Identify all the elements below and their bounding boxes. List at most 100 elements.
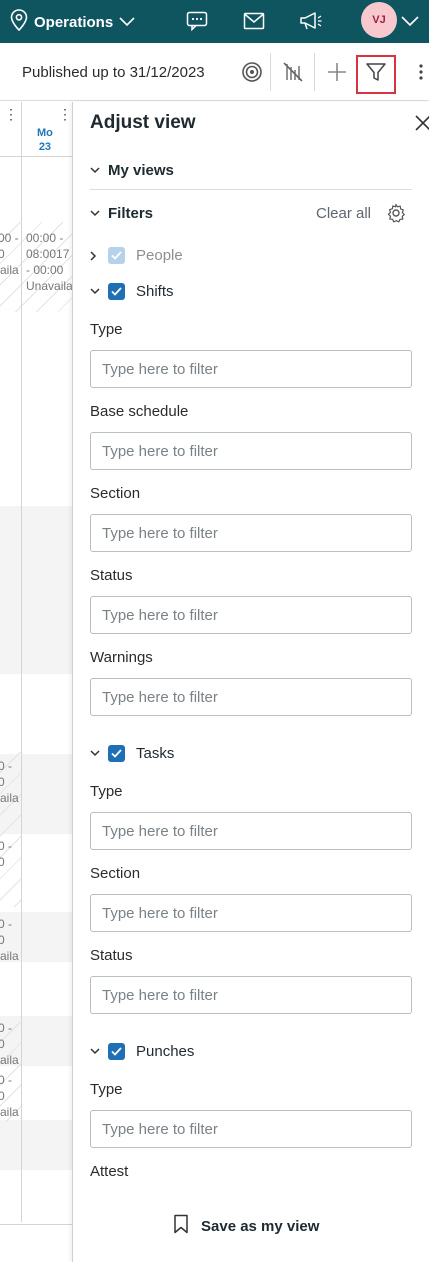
column-menu-icon[interactable]: ⋮ xyxy=(58,106,72,123)
chevron-right-icon[interactable] xyxy=(90,250,108,261)
shift-cell-text: 0 xyxy=(0,247,5,261)
grid-bottom-line xyxy=(0,1224,72,1225)
more-options-icon[interactable] xyxy=(408,59,429,85)
header-divider xyxy=(0,156,72,157)
avatar[interactable]: VJ xyxy=(361,2,397,38)
shift-cell-text: 0 xyxy=(0,775,5,789)
shift-status-label: Status xyxy=(90,567,133,584)
clear-all-link[interactable]: Clear all xyxy=(316,205,371,222)
tasks-checkbox[interactable] xyxy=(108,745,125,762)
people-checkbox[interactable] xyxy=(108,247,125,264)
save-as-my-view-button[interactable]: Save as my view xyxy=(173,1214,319,1238)
shift-cell-text: 0 - xyxy=(0,1073,13,1087)
mail-icon[interactable] xyxy=(241,8,267,34)
punches-label: Punches xyxy=(136,1043,195,1060)
adjust-view-panel: Adjust view My views Filters Clear all P… xyxy=(72,102,429,1262)
schedule-grid-background: ⋮ ⋮ u2 Mo23 00 - 0 vaila 00:00 - 08:0017… xyxy=(0,102,72,1262)
bookmark-icon xyxy=(173,1214,189,1238)
column-menu-icon[interactable]: ⋮ xyxy=(4,106,18,123)
shift-cell-text: 0 - xyxy=(0,839,13,853)
chevron-down-icon[interactable] xyxy=(90,288,108,295)
people-filter-row[interactable]: People xyxy=(90,247,183,264)
row-band xyxy=(0,1120,72,1170)
shift-cell-text: 0 xyxy=(0,933,5,947)
day-number: 2 xyxy=(0,140,1,154)
shift-cell-text: vaila xyxy=(0,949,19,963)
shift-cell-text: vaila xyxy=(0,791,19,805)
filter-button[interactable] xyxy=(356,55,396,94)
shifts-checkbox[interactable] xyxy=(108,283,125,300)
filter-icon xyxy=(365,61,387,88)
chevron-down-icon[interactable] xyxy=(397,8,423,34)
top-navigation-bar: Operations VJ xyxy=(0,0,429,43)
chat-icon[interactable] xyxy=(184,8,210,34)
task-section-filter-input[interactable] xyxy=(90,894,412,932)
megaphone-icon[interactable] xyxy=(298,8,324,34)
shift-cell-text: - 00:00 xyxy=(26,263,64,277)
day-name: u xyxy=(0,126,1,140)
day-header-sunday[interactable]: u2 xyxy=(0,126,1,154)
toolbar-divider xyxy=(314,53,315,91)
chevron-down-icon[interactable] xyxy=(90,1048,108,1055)
task-type-label: Type xyxy=(90,783,123,800)
punches-filter-row[interactable]: Punches xyxy=(90,1043,194,1060)
day-name: Mo xyxy=(37,127,53,139)
published-status-text: Published up to 31/12/2023 xyxy=(22,64,205,81)
section-divider xyxy=(90,189,412,190)
row-band xyxy=(0,506,72,674)
chevron-down-icon[interactable] xyxy=(90,750,108,757)
shift-section-filter-input[interactable] xyxy=(90,514,412,552)
people-label: People xyxy=(136,247,183,264)
shift-cell-text: 0 xyxy=(0,1037,5,1051)
publish-target-icon[interactable] xyxy=(239,59,265,85)
task-section-label: Section xyxy=(90,865,141,882)
base-schedule-label: Base schedule xyxy=(90,403,189,420)
gear-icon[interactable] xyxy=(386,203,406,223)
toolbar-divider xyxy=(270,53,271,91)
base-schedule-filter-input[interactable] xyxy=(90,432,412,470)
task-type-filter-input[interactable] xyxy=(90,812,412,850)
panel-title: Adjust view xyxy=(90,112,196,133)
tasks-filter-row[interactable]: Tasks xyxy=(90,745,174,762)
chevron-down-icon xyxy=(119,14,135,31)
shift-cell-text: vaila xyxy=(0,1053,19,1067)
shift-cell-text: vaila xyxy=(0,263,19,277)
shift-cell-text: 0 - xyxy=(0,1021,13,1035)
my-views-toggle[interactable]: My views xyxy=(90,162,412,179)
shifts-filter-row[interactable]: Shifts xyxy=(90,283,174,300)
location-selector[interactable]: Operations xyxy=(10,9,135,35)
shift-cell-text: 00:00 - xyxy=(26,231,64,245)
shift-cell-text: 0 xyxy=(0,855,5,869)
shift-cell-text: 00 - xyxy=(0,231,19,245)
punch-type-label: Type xyxy=(90,1081,123,1098)
column-line xyxy=(21,102,22,1222)
warnings-label: Warnings xyxy=(90,649,153,666)
location-pin-icon xyxy=(10,9,28,35)
save-as-my-view-label: Save as my view xyxy=(201,1217,320,1235)
shift-type-filter-input[interactable] xyxy=(90,350,412,388)
close-icon[interactable] xyxy=(412,112,429,134)
my-views-label: My views xyxy=(108,162,174,179)
warnings-filter-input[interactable] xyxy=(90,678,412,716)
tasks-label: Tasks xyxy=(136,745,175,762)
chevron-down-icon xyxy=(90,210,108,217)
add-icon[interactable] xyxy=(324,59,350,85)
shift-status-filter-input[interactable] xyxy=(90,596,412,634)
hide-lines-icon[interactable] xyxy=(280,59,306,85)
schedule-toolbar: Published up to 31/12/2023 xyxy=(0,43,429,101)
attest-label: Attest xyxy=(90,1163,129,1180)
shift-cell-text: vaila xyxy=(0,1105,19,1119)
shifts-label: Shifts xyxy=(136,283,174,300)
location-label: Operations xyxy=(34,13,114,31)
shift-cell-text: 08:0017 xyxy=(26,247,70,261)
punches-checkbox[interactable] xyxy=(108,1043,125,1060)
day-header-monday[interactable]: Mo 23 xyxy=(37,126,53,154)
shift-type-label: Type xyxy=(90,321,123,338)
task-status-label: Status xyxy=(90,947,133,964)
shift-cell-text: 0 xyxy=(0,1089,5,1103)
task-status-filter-input[interactable] xyxy=(90,976,412,1014)
chevron-down-icon xyxy=(90,167,108,174)
punch-type-filter-input[interactable] xyxy=(90,1110,412,1148)
shift-cell-text: Unavaila xyxy=(26,279,72,293)
day-number: 23 xyxy=(38,141,52,153)
